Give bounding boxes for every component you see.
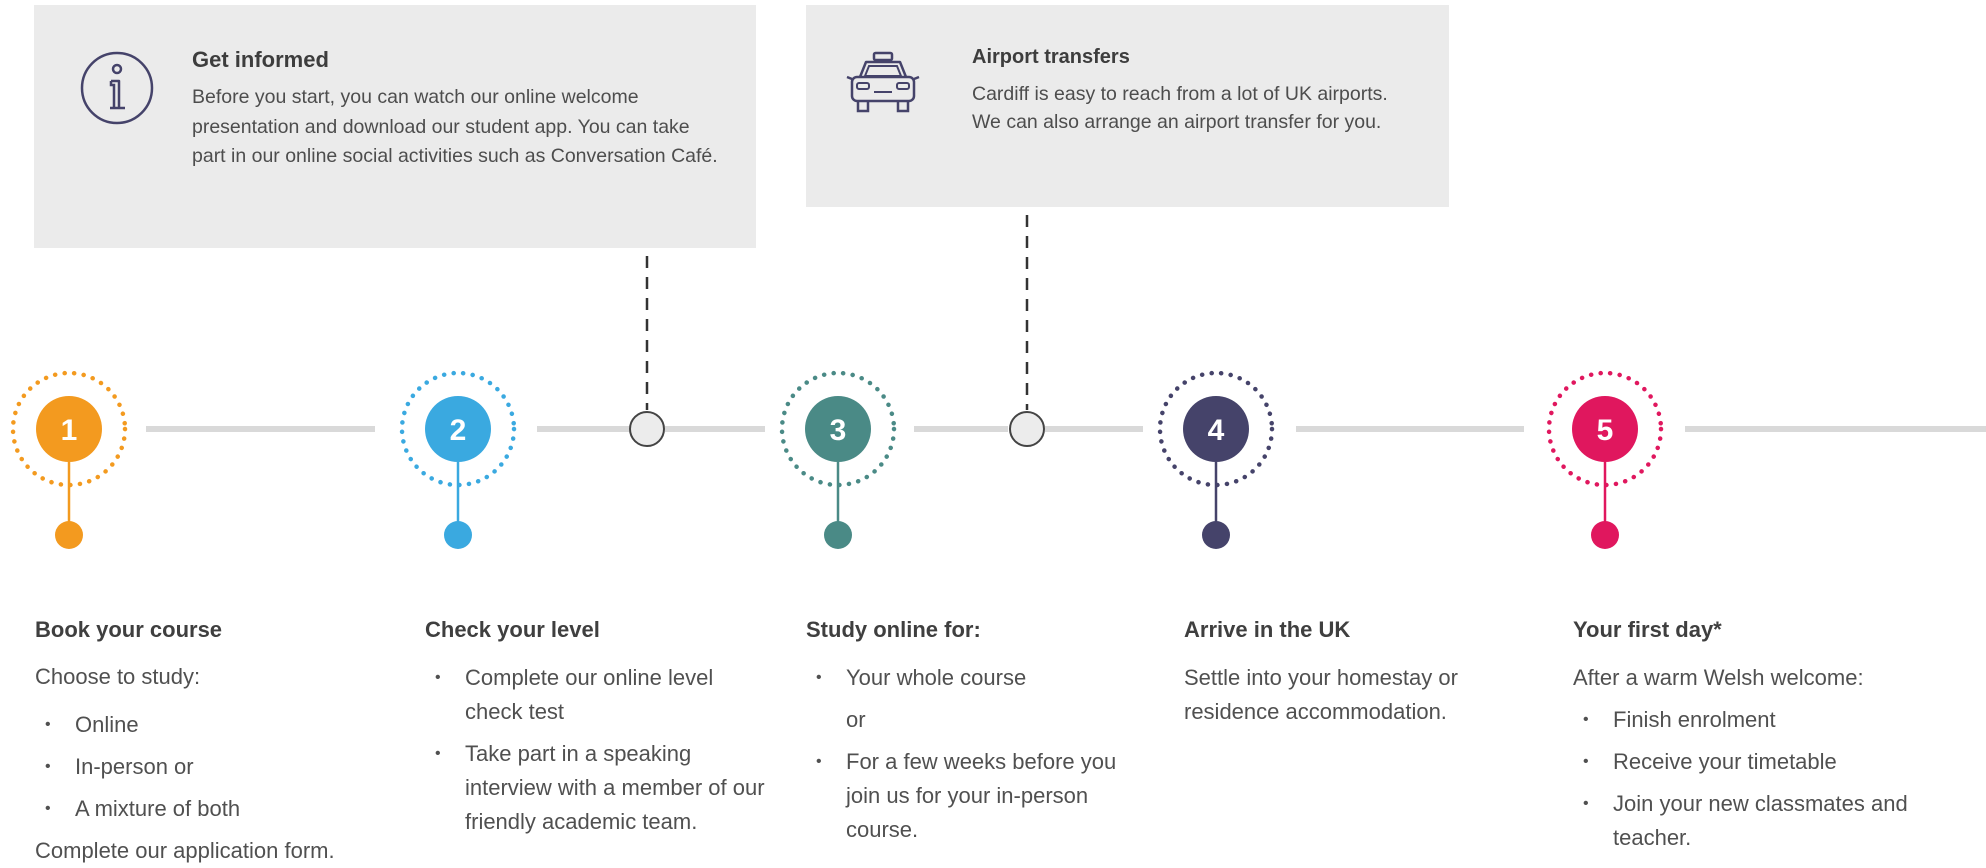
list-item: Your whole course: [806, 661, 1146, 695]
step-3-list-a: Your whole course: [806, 661, 1146, 703]
step-5-intro: After a warm Welsh welcome:: [1573, 665, 1864, 690]
list-item: Join your new classmates and teacher.: [1573, 787, 1943, 855]
step-number-2: 2: [450, 414, 467, 447]
step-number-5: 5: [1597, 414, 1614, 447]
list-item: For a few weeks before you join us for y…: [806, 745, 1146, 847]
list-item: Take part in a speaking interview with a…: [425, 737, 765, 839]
step-1-list: Online In-person or A mixture of both: [35, 708, 375, 834]
step-number-3: 3: [830, 414, 847, 447]
step-node-3: 3: [779, 370, 897, 549]
step-1-outro: Complete our application form.: [35, 838, 335, 863]
step-1-intro: Choose to study:: [35, 664, 201, 689]
step-node-1: 1: [10, 370, 128, 549]
step-4-title: Arrive in the UK: [1184, 617, 1351, 642]
list-item: A mixture of both: [35, 792, 375, 826]
step-5-list: Finish enrolment Receive your timetable …: [1573, 703, 1943, 863]
step-3-title: Study online for:: [806, 617, 981, 642]
step-3-or: or: [846, 707, 866, 732]
step-2-list: Complete our online level check test Tak…: [425, 661, 765, 847]
list-item: In-person or: [35, 750, 375, 784]
list-item: Receive your timetable: [1573, 745, 1943, 779]
step-node-2: 2: [399, 370, 517, 549]
step-node-5: 5: [1546, 370, 1664, 549]
milestone-node-airport-transfers: [1009, 411, 1045, 447]
step-2-title: Check your level: [425, 617, 600, 642]
step-4-body: Settle into your homestay or residence a…: [1184, 665, 1458, 724]
step-number-1: 1: [61, 414, 78, 447]
step-number-4: 4: [1208, 414, 1225, 447]
list-item: Online: [35, 708, 375, 742]
step-5-title: Your first day*: [1573, 617, 1722, 642]
list-item: Complete our online level check test: [425, 661, 765, 729]
step-1-title: Book your course: [35, 617, 223, 642]
step-3-list-b: For a few weeks before you join us for y…: [806, 745, 1146, 855]
step-node-4: 4: [1157, 370, 1275, 549]
list-item: Finish enrolment: [1573, 703, 1943, 737]
milestone-node-get-informed: [629, 411, 665, 447]
